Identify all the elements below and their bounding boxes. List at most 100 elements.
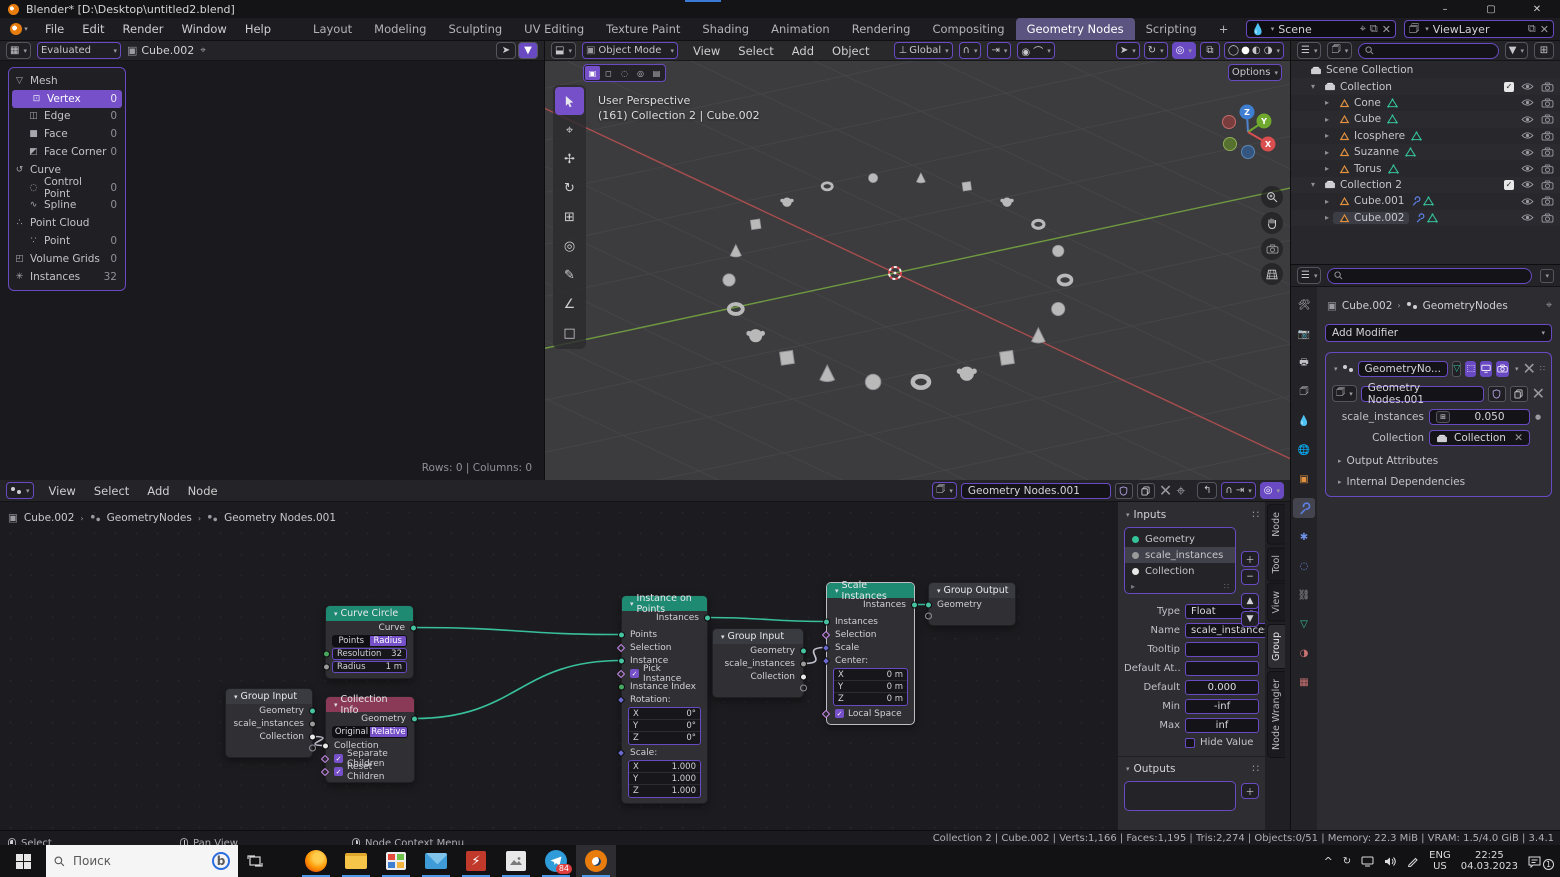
tab-physics-icon[interactable]: ◌: [1293, 556, 1315, 576]
diamond-socket[interactable]: [822, 630, 830, 638]
outliner-display-mode-icon[interactable]: ☰▾: [1297, 42, 1321, 59]
camera-view-icon[interactable]: [1261, 238, 1283, 260]
outliner-row-scene-collection[interactable]: Scene Collection: [1291, 62, 1560, 78]
minimize-button[interactable]: –: [1422, 0, 1468, 18]
tab-output-icon[interactable]: 🖶: [1293, 353, 1315, 373]
output-attributes-section[interactable]: ▸Output Attributes: [1336, 455, 1545, 467]
nodetree-browse-icon[interactable]: 🗇▾: [932, 482, 957, 499]
tool-transform-icon[interactable]: ◎: [555, 232, 584, 260]
modifier-extras-dropdown[interactable]: ▾: [1515, 365, 1519, 373]
tool-measure-icon[interactable]: ∠: [555, 290, 584, 318]
node-curve-circle[interactable]: ▾Curve CircleCurvePointsRadiusResolution…: [325, 605, 414, 679]
perspective-toggle-icon[interactable]: [1261, 263, 1283, 285]
viewport-3d[interactable]: Z Y X ⬓▾ ▣Object Mode▾ ViewSelectAddObje…: [545, 41, 1290, 480]
spreadsheet-domain-face[interactable]: ■Face0: [9, 125, 125, 143]
spreadsheet-domain-edge[interactable]: ◫Edge0: [9, 108, 125, 126]
expand-arrow-icon[interactable]: ▾: [1311, 82, 1323, 91]
clear-collection-icon[interactable]: ✕: [1514, 432, 1523, 444]
hide-eye-icon[interactable]: [1521, 82, 1534, 91]
taskbar-app-explorer[interactable]: [336, 845, 376, 877]
mode-dropdown[interactable]: ▣Object Mode▾: [582, 42, 678, 59]
sidebar-tab-node-wrangler[interactable]: Node Wrangler: [1267, 671, 1285, 758]
modifier-cage-toggle[interactable]: ⬚: [1465, 361, 1476, 377]
select-lasso-mode[interactable]: ◎: [633, 66, 648, 80]
socket[interactable]: [321, 767, 329, 775]
workspace-tab-uv-editing[interactable]: UV Editing: [513, 18, 595, 40]
modifier-edit-mode-toggle[interactable]: ▽: [1452, 361, 1461, 377]
taskbar-app-firefox[interactable]: [296, 845, 336, 877]
node-menu-view[interactable]: View: [40, 481, 85, 501]
disable-render-camera-icon[interactable]: [1541, 98, 1554, 108]
field-default-at-[interactable]: [1185, 661, 1259, 676]
viewlayer-selector[interactable]: 🗇▾ ViewLayer ⧉ ✕: [1404, 20, 1554, 38]
hide-eye-icon[interactable]: [1521, 98, 1534, 107]
snap-target-icon[interactable]: ⇥▾: [987, 42, 1011, 59]
gray-socket[interactable]: [309, 720, 316, 727]
int-socket[interactable]: [618, 683, 625, 690]
sidebar-tab-view[interactable]: View: [1267, 583, 1285, 622]
workspace-tab-layout[interactable]: Layout: [302, 18, 363, 40]
object-visibility-icon[interactable]: ➤▾: [1116, 42, 1140, 59]
hide-eye-icon[interactable]: [1521, 148, 1534, 157]
workspace-tab-sculpting[interactable]: Sculpting: [437, 18, 513, 40]
virtual-socket[interactable]: [309, 745, 316, 752]
sidebar-tab-tool[interactable]: Tool: [1267, 547, 1285, 581]
workspace-tab-texture-paint[interactable]: Texture Paint: [595, 18, 691, 40]
editor-type-nodes-icon[interactable]: ▾: [6, 482, 34, 499]
outliner-row-suzanne[interactable]: ▸Suzanne: [1291, 144, 1560, 160]
checkbox-checked[interactable]: ✓: [630, 669, 639, 678]
select-paint-mode[interactable]: ▤: [649, 66, 664, 80]
geo-socket[interactable]: [309, 707, 316, 714]
expand-arrow-icon[interactable]: ▸: [1325, 164, 1337, 173]
spreadsheet-domain-point[interactable]: ∵Point0: [9, 232, 125, 250]
vec-socket[interactable]: [617, 695, 625, 703]
sidebar-tab-group[interactable]: Group: [1267, 624, 1285, 669]
expand-arrow-icon[interactable]: ▸: [1325, 197, 1337, 206]
outliner-row-collection-2[interactable]: ▾Collection 2✓: [1291, 177, 1560, 193]
vector-field[interactable]: X1.000Y1.000Z1.000: [628, 760, 701, 798]
diamond-socket[interactable]: [617, 643, 625, 651]
workspace-tab-geometry-nodes[interactable]: Geometry Nodes: [1016, 18, 1135, 40]
pin-icon[interactable]: ⌖: [200, 45, 206, 56]
snap-toggle-icon[interactable]: ∩▾: [959, 42, 982, 59]
task-view-button[interactable]: [238, 845, 272, 877]
checkbox-checked[interactable]: ✓: [334, 754, 343, 763]
properties-options-icon[interactable]: ▾: [1540, 269, 1554, 283]
tab-texture-icon[interactable]: ▦: [1293, 672, 1315, 692]
spreadsheet-domain-mesh[interactable]: ▽Mesh: [9, 72, 125, 90]
taskbar-app-telegram[interactable]: 84: [536, 845, 576, 877]
modifier-close-icon[interactable]: ✕: [1523, 359, 1536, 378]
geo-socket[interactable]: [410, 624, 417, 631]
tool-select-icon[interactable]: [555, 87, 584, 115]
outliner-row-cube[interactable]: ▸Cube: [1291, 111, 1560, 127]
toggle-points-radius[interactable]: PointsRadius: [332, 635, 407, 647]
tab-constraints-icon[interactable]: ⛓: [1293, 585, 1315, 605]
sidebar-tab-node[interactable]: Node: [1267, 504, 1285, 545]
node-collection-info[interactable]: ▾Collection InfoGeometryOriginalRelative…: [325, 696, 415, 783]
expand-arrow-icon[interactable]: ▸: [1325, 131, 1337, 140]
checkbox-checked[interactable]: ✓: [334, 767, 343, 776]
geometry-node-editor[interactable]: ▾ ViewSelectAddNode 🗇▾ Geometry Nodes.00…: [0, 480, 1290, 830]
tool-add-cube-icon[interactable]: □: [555, 319, 584, 347]
go-to-parent-tree-icon[interactable]: ↰: [1197, 482, 1217, 499]
outputs-section-header[interactable]: ▾Outputs∷: [1124, 763, 1259, 775]
white-socket[interactable]: [800, 673, 807, 680]
select-circle-mode[interactable]: ◌: [617, 66, 632, 80]
geo-socket[interactable]: [618, 631, 625, 638]
hide-eye-icon[interactable]: [1521, 131, 1534, 140]
blender-menu-icon[interactable]: ▾: [6, 21, 32, 38]
node-group-input-1[interactable]: ▾Group InputGeometryscale_instancesColle…: [225, 688, 313, 758]
tab-view-layer-icon[interactable]: 🗇: [1293, 382, 1315, 402]
snap-node-icon[interactable]: ∩ ⇥▾: [1221, 482, 1255, 499]
tab-object-icon[interactable]: ▣: [1293, 469, 1315, 489]
outliner-row-collection[interactable]: ▾Collection✓: [1291, 78, 1560, 94]
node-instance-on-points[interactable]: ▾Instance on PointsInstancesPointsSelect…: [621, 595, 708, 804]
overlays-toggle-icon[interactable]: ◎▾: [1172, 42, 1196, 59]
geo-socket[interactable]: [823, 618, 830, 625]
decorator-dot-icon[interactable]: ●: [1535, 413, 1545, 421]
field-max[interactable]: inf: [1185, 718, 1259, 733]
taskbar-app-blender[interactable]: [576, 845, 616, 877]
modifier-render-toggle[interactable]: [1496, 361, 1509, 377]
scene-selector[interactable]: 💧▾ Scene ⌖ ⧉ ✕: [1246, 20, 1396, 38]
toggle-original-relative[interactable]: OriginalRelative: [332, 726, 408, 738]
